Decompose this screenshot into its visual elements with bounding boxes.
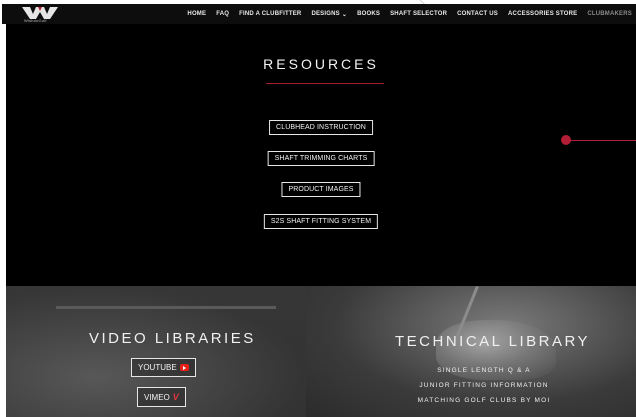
- matching-golf-clubs-by-moi-link[interactable]: MATCHING GOLF CLUBS BY MOI: [374, 397, 594, 404]
- vimeo-button[interactable]: VIMEO V: [137, 387, 186, 407]
- nav-item-home[interactable]: HOME: [187, 11, 206, 17]
- junior-fitting-information-link[interactable]: JUNIOR FITTING INFORMATION: [374, 382, 594, 389]
- nav-item-find-a-clubfitter[interactable]: FIND A CLUBFITTER: [239, 11, 301, 17]
- youtube-label: YOUTUBE: [138, 363, 177, 372]
- chevron-down-icon: ⌄: [341, 11, 348, 18]
- nav-item-accessories-store[interactable]: ACCESSORIES STORE: [508, 11, 577, 17]
- nav-item-label: CLUBMAKERS: [587, 11, 632, 17]
- vimeo-label: VIMEO: [144, 392, 170, 402]
- nav-item-faq[interactable]: FAQ: [216, 11, 229, 17]
- nav-item-label: SHAFT SELECTOR: [390, 11, 448, 17]
- shaft-trimming-charts-button[interactable]: SHAFT TRIMMING CHARTS: [267, 151, 375, 166]
- logo-text: WishonGolf: [24, 18, 47, 23]
- vimeo-icon: V: [172, 392, 179, 402]
- nav-item-label: FAQ: [216, 11, 230, 17]
- nav-item-label: BOOKS: [357, 11, 381, 17]
- page: WishonGolf HOME FAQ FIND A CLUBFITTER DE…: [0, 0, 636, 417]
- nav-item-label: ACCESSORIES STORE: [508, 11, 578, 17]
- nav-item-designs[interactable]: DESIGNS ⌄: [311, 11, 347, 18]
- s2s-shaft-fitting-system-button[interactable]: S2S SHAFT FITTING SYSTEM: [263, 214, 379, 229]
- resources-title: RESOURCES: [263, 56, 379, 72]
- title-underline: [266, 83, 384, 84]
- decorative-line: [570, 139, 636, 141]
- resources-section: RESOURCES CLUBHEAD INSTRUCTION SHAFT TRI…: [6, 24, 636, 286]
- single-length-qa-link[interactable]: SINGLE LENGTH Q & A: [374, 367, 594, 374]
- clubhead-instruction-button[interactable]: CLUBHEAD INSTRUCTION: [269, 120, 373, 135]
- youtube-icon: [179, 364, 189, 371]
- nav-item-shaft-selector[interactable]: SHAFT SELECTOR: [390, 11, 447, 17]
- nav-item-label: HOME: [187, 11, 207, 17]
- technical-library-title: TECHNICAL LIBRARY: [395, 333, 591, 350]
- background-shelf: [56, 306, 276, 309]
- libraries-section: VIDEO LIBRARIES YOUTUBE VIMEO V TECHNICA…: [6, 286, 636, 417]
- nav-item-label: DESIGNS: [311, 11, 340, 17]
- main-menu: HOME FAQ FIND A CLUBFITTER DESIGNS ⌄ BOO…: [187, 4, 632, 24]
- product-images-button[interactable]: PRODUCT IMAGES: [281, 182, 361, 197]
- video-libraries-title: VIDEO LIBRARIES: [89, 330, 256, 347]
- youtube-button[interactable]: YOUTUBE: [131, 358, 196, 377]
- nav-item-contact-us[interactable]: CONTACT US: [457, 11, 498, 17]
- top-navigation-bar: WishonGolf HOME FAQ FIND A CLUBFITTER DE…: [2, 4, 636, 24]
- nav-item-label: CONTACT US: [457, 11, 499, 17]
- nav-item-books[interactable]: BOOKS: [357, 11, 380, 17]
- nav-item-clubmakers[interactable]: CLUBMAKERS: [587, 11, 632, 17]
- nav-item-label: FIND A CLUBFITTER: [239, 11, 302, 17]
